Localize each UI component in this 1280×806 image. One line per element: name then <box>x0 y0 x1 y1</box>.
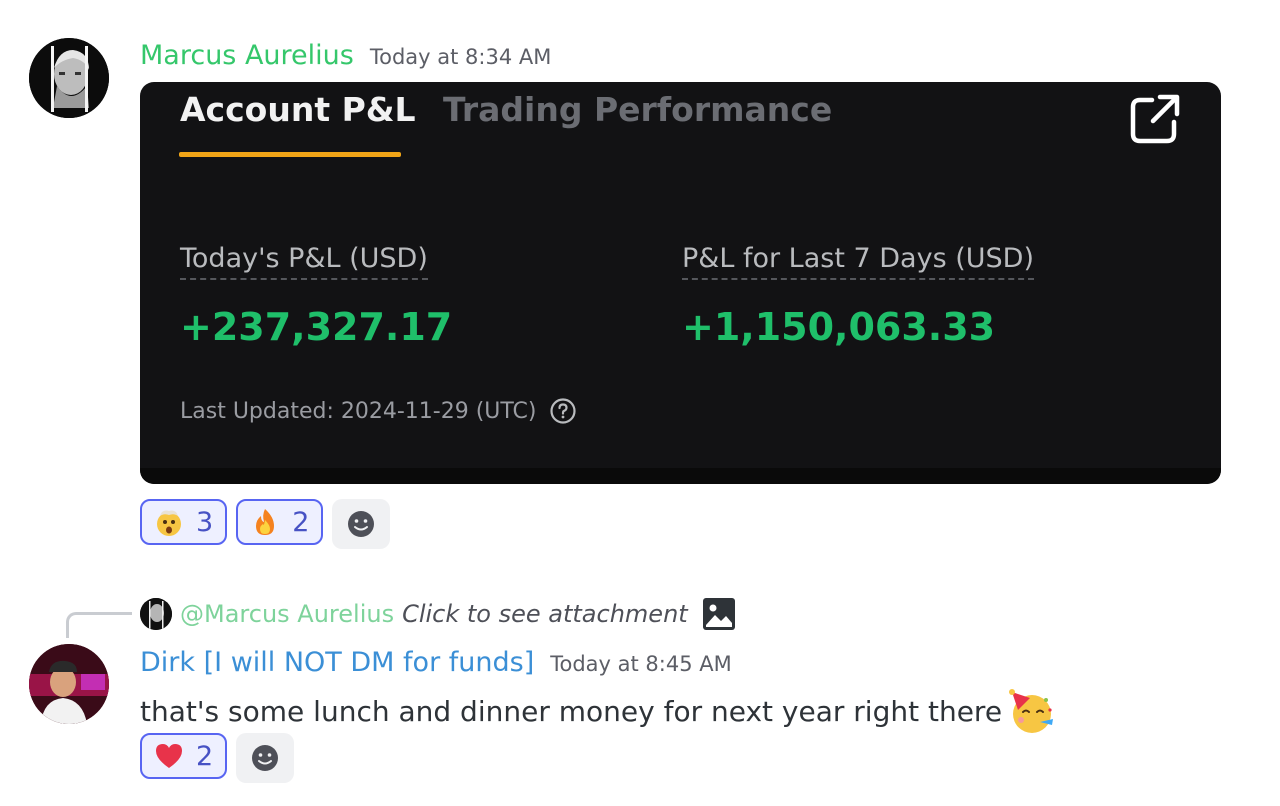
add-reaction-button[interactable] <box>236 733 295 783</box>
add-reaction-button[interactable] <box>332 499 391 549</box>
reply-preview-text[interactable]: Click to see attachment <box>402 600 688 628</box>
partying-face-icon <box>1009 689 1054 733</box>
seven-day-pnl-value: +1,150,063.33 <box>682 305 996 349</box>
last-updated-row: Last Updated: 2024-11-29 (UTC) <box>180 397 577 425</box>
active-tab-indicator <box>179 152 401 157</box>
reaction-bar: 2 <box>140 733 295 783</box>
smiley-icon <box>252 745 279 771</box>
statue-portrait-image <box>29 38 109 118</box>
embed-bottom-strip <box>140 468 1221 484</box>
reaction-exploding-head[interactable]: 3 <box>140 499 228 545</box>
author-name[interactable]: Marcus Aurelius <box>140 40 354 71</box>
image-attachment-icon <box>702 598 735 630</box>
reaction-count: 3 <box>196 506 214 538</box>
todays-pnl-value: +237,327.17 <box>180 305 453 349</box>
reaction-count: 2 <box>196 740 214 772</box>
exploding-head-icon <box>157 510 181 536</box>
tab-trading-performance[interactable]: Trading Performance <box>443 90 832 129</box>
message-timestamp: Today at 8:34 AM <box>369 45 552 69</box>
reaction-heart[interactable]: 2 <box>140 733 228 779</box>
avatar-dirk[interactable] <box>29 644 109 724</box>
reaction-fire[interactable]: 2 <box>236 499 324 545</box>
seven-day-pnl-label[interactable]: P&L for Last 7 Days (USD) <box>682 243 1034 280</box>
external-link-icon[interactable] <box>1128 92 1182 146</box>
last-updated-text: Last Updated: 2024-11-29 (UTC) <box>180 398 537 424</box>
user-photo-image <box>29 644 109 724</box>
reply-connector-line <box>66 612 132 638</box>
reply-reference[interactable]: @Marcus Aurelius Click to see attachment <box>140 597 736 631</box>
tab-account-pnl[interactable]: Account P&L <box>180 90 416 129</box>
reaction-bar: 3 2 <box>140 499 391 549</box>
author-name[interactable]: Dirk [I will NOT DM for funds] <box>140 647 534 678</box>
todays-pnl-label[interactable]: Today's P&L (USD) <box>180 243 428 280</box>
reaction-count: 2 <box>292 506 310 538</box>
smiley-icon <box>348 511 375 537</box>
message-text: that's some lunch and dinner money for n… <box>140 694 1003 728</box>
help-circle-icon[interactable] <box>549 397 577 425</box>
red-heart-icon <box>156 744 182 768</box>
replied-user-avatar <box>140 598 172 630</box>
message-timestamp: Today at 8:45 AM <box>550 652 732 676</box>
avatar-marcus-aurelius[interactable] <box>29 38 109 118</box>
fire-icon <box>256 509 275 535</box>
reply-mention[interactable]: @Marcus Aurelius <box>180 600 394 628</box>
message-body: that's some lunch and dinner money for n… <box>140 688 1056 734</box>
